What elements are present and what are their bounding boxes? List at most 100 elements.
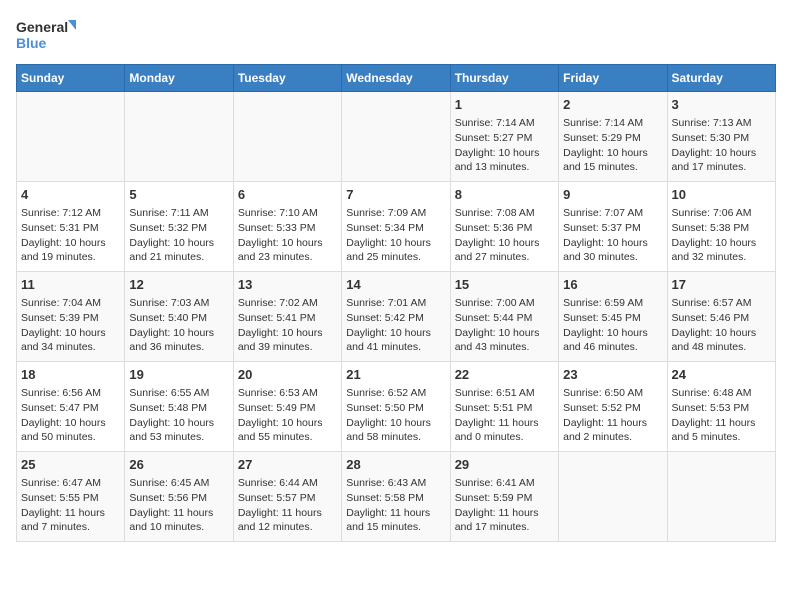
day-info: Sunrise: 7:06 AM Sunset: 5:38 PM Dayligh…: [672, 206, 771, 265]
calendar-week-row: 11 Sunrise: 7:04 AM Sunset: 5:39 PM Dayli…: [17, 272, 776, 362]
calendar-cell: 13 Sunrise: 7:02 AM Sunset: 5:41 PM Dayli…: [233, 272, 341, 362]
calendar-cell: 23 Sunrise: 6:50 AM Sunset: 5:52 PM Dayli…: [559, 362, 667, 452]
day-number: 4: [21, 186, 120, 204]
day-info: Sunrise: 6:51 AM Sunset: 5:51 PM Dayligh…: [455, 386, 554, 445]
calendar-cell: 29 Sunrise: 6:41 AM Sunset: 5:59 PM Dayli…: [450, 452, 558, 542]
calendar-cell: 17 Sunrise: 6:57 AM Sunset: 5:46 PM Dayli…: [667, 272, 775, 362]
calendar-cell: 26 Sunrise: 6:45 AM Sunset: 5:56 PM Dayli…: [125, 452, 233, 542]
calendar-cell: 4 Sunrise: 7:12 AM Sunset: 5:31 PM Daylig…: [17, 182, 125, 272]
day-number: 25: [21, 456, 120, 474]
day-info: Sunrise: 6:53 AM Sunset: 5:49 PM Dayligh…: [238, 386, 337, 445]
day-info: Sunrise: 7:13 AM Sunset: 5:30 PM Dayligh…: [672, 116, 771, 175]
logo-svg: General Blue: [16, 16, 76, 56]
day-info: Sunrise: 6:52 AM Sunset: 5:50 PM Dayligh…: [346, 386, 445, 445]
calendar-cell: 18 Sunrise: 6:56 AM Sunset: 5:47 PM Dayli…: [17, 362, 125, 452]
day-info: Sunrise: 6:55 AM Sunset: 5:48 PM Dayligh…: [129, 386, 228, 445]
calendar-cell: 19Sunrise: 6:55 AM Sunset: 5:48 PM Dayli…: [125, 362, 233, 452]
day-number: 8: [455, 186, 554, 204]
calendar-cell: [342, 92, 450, 182]
weekday-header: Friday: [559, 65, 667, 92]
day-number: 9: [563, 186, 662, 204]
calendar-table: SundayMondayTuesdayWednesdayThursdayFrid…: [16, 64, 776, 542]
calendar-cell: 9 Sunrise: 7:07 AM Sunset: 5:37 PM Daylig…: [559, 182, 667, 272]
logo: General Blue: [16, 16, 76, 56]
calendar-cell: [17, 92, 125, 182]
weekday-header: Thursday: [450, 65, 558, 92]
calendar-cell: [667, 452, 775, 542]
day-number: 24: [672, 366, 771, 384]
day-number: 10: [672, 186, 771, 204]
day-info: Sunrise: 7:00 AM Sunset: 5:44 PM Dayligh…: [455, 296, 554, 355]
day-info: Sunrise: 7:14 AM Sunset: 5:27 PM Dayligh…: [455, 116, 554, 175]
day-number: 29: [455, 456, 554, 474]
calendar-cell: 28 Sunrise: 6:43 AM Sunset: 5:58 PM Dayli…: [342, 452, 450, 542]
day-number: 1: [455, 96, 554, 114]
day-number: 6: [238, 186, 337, 204]
calendar-cell: 3 Sunrise: 7:13 AM Sunset: 5:30 PM Daylig…: [667, 92, 775, 182]
day-number: 3: [672, 96, 771, 114]
day-info: Sunrise: 7:11 AM Sunset: 5:32 PM Dayligh…: [129, 206, 228, 265]
day-number: 13: [238, 276, 337, 294]
day-info: Sunrise: 6:43 AM Sunset: 5:58 PM Dayligh…: [346, 476, 445, 535]
calendar-cell: 2 Sunrise: 7:14 AM Sunset: 5:29 PM Daylig…: [559, 92, 667, 182]
calendar-cell: 24 Sunrise: 6:48 AM Sunset: 5:53 PM Dayli…: [667, 362, 775, 452]
day-number: 16: [563, 276, 662, 294]
calendar-cell: 8 Sunrise: 7:08 AM Sunset: 5:36 PM Daylig…: [450, 182, 558, 272]
weekday-header: Wednesday: [342, 65, 450, 92]
day-info: Sunrise: 7:14 AM Sunset: 5:29 PM Dayligh…: [563, 116, 662, 175]
day-number: 28: [346, 456, 445, 474]
day-number: 12: [129, 276, 228, 294]
calendar-cell: 6 Sunrise: 7:10 AM Sunset: 5:33 PM Daylig…: [233, 182, 341, 272]
calendar-cell: 20 Sunrise: 6:53 AM Sunset: 5:49 PM Dayli…: [233, 362, 341, 452]
calendar-week-row: 1 Sunrise: 7:14 AM Sunset: 5:27 PM Daylig…: [17, 92, 776, 182]
calendar-cell: 25Sunrise: 6:47 AM Sunset: 5:55 PM Dayli…: [17, 452, 125, 542]
day-info: Sunrise: 6:50 AM Sunset: 5:52 PM Dayligh…: [563, 386, 662, 445]
day-number: 18: [21, 366, 120, 384]
day-info: Sunrise: 7:08 AM Sunset: 5:36 PM Dayligh…: [455, 206, 554, 265]
day-number: 7: [346, 186, 445, 204]
day-info: Sunrise: 7:12 AM Sunset: 5:31 PM Dayligh…: [21, 206, 120, 265]
calendar-cell: 21 Sunrise: 6:52 AM Sunset: 5:50 PM Dayli…: [342, 362, 450, 452]
day-number: 23: [563, 366, 662, 384]
calendar-cell: [559, 452, 667, 542]
day-info: Sunrise: 7:02 AM Sunset: 5:41 PM Dayligh…: [238, 296, 337, 355]
calendar-cell: 27Sunrise: 6:44 AM Sunset: 5:57 PM Dayli…: [233, 452, 341, 542]
calendar-header-row: SundayMondayTuesdayWednesdayThursdayFrid…: [17, 65, 776, 92]
day-number: 15: [455, 276, 554, 294]
day-number: 11: [21, 276, 120, 294]
day-info: Sunrise: 6:56 AM Sunset: 5:47 PM Dayligh…: [21, 386, 120, 445]
svg-text:Blue: Blue: [16, 35, 47, 51]
day-info: Sunrise: 7:10 AM Sunset: 5:33 PM Dayligh…: [238, 206, 337, 265]
calendar-cell: 15 Sunrise: 7:00 AM Sunset: 5:44 PM Dayli…: [450, 272, 558, 362]
calendar-cell: 22Sunrise: 6:51 AM Sunset: 5:51 PM Dayli…: [450, 362, 558, 452]
day-number: 27: [238, 456, 337, 474]
calendar-cell: 5 Sunrise: 7:11 AM Sunset: 5:32 PM Daylig…: [125, 182, 233, 272]
day-number: 17: [672, 276, 771, 294]
day-number: 21: [346, 366, 445, 384]
day-info: Sunrise: 6:48 AM Sunset: 5:53 PM Dayligh…: [672, 386, 771, 445]
calendar-cell: [233, 92, 341, 182]
calendar-week-row: 18 Sunrise: 6:56 AM Sunset: 5:47 PM Dayli…: [17, 362, 776, 452]
day-info: Sunrise: 7:03 AM Sunset: 5:40 PM Dayligh…: [129, 296, 228, 355]
day-number: 2: [563, 96, 662, 114]
day-info: Sunrise: 7:09 AM Sunset: 5:34 PM Dayligh…: [346, 206, 445, 265]
calendar-cell: 16Sunrise: 6:59 AM Sunset: 5:45 PM Dayli…: [559, 272, 667, 362]
day-info: Sunrise: 7:07 AM Sunset: 5:37 PM Dayligh…: [563, 206, 662, 265]
weekday-header: Tuesday: [233, 65, 341, 92]
day-number: 5: [129, 186, 228, 204]
day-info: Sunrise: 7:04 AM Sunset: 5:39 PM Dayligh…: [21, 296, 120, 355]
weekday-header: Monday: [125, 65, 233, 92]
calendar-week-row: 4 Sunrise: 7:12 AM Sunset: 5:31 PM Daylig…: [17, 182, 776, 272]
calendar-week-row: 25Sunrise: 6:47 AM Sunset: 5:55 PM Dayli…: [17, 452, 776, 542]
day-info: Sunrise: 6:57 AM Sunset: 5:46 PM Dayligh…: [672, 296, 771, 355]
day-info: Sunrise: 6:45 AM Sunset: 5:56 PM Dayligh…: [129, 476, 228, 535]
calendar-cell: 12 Sunrise: 7:03 AM Sunset: 5:40 PM Dayli…: [125, 272, 233, 362]
weekday-header: Saturday: [667, 65, 775, 92]
calendar-cell: 10 Sunrise: 7:06 AM Sunset: 5:38 PM Dayli…: [667, 182, 775, 272]
day-info: Sunrise: 6:41 AM Sunset: 5:59 PM Dayligh…: [455, 476, 554, 535]
svg-text:General: General: [16, 19, 68, 35]
calendar-cell: 7 Sunrise: 7:09 AM Sunset: 5:34 PM Daylig…: [342, 182, 450, 272]
day-number: 14: [346, 276, 445, 294]
day-number: 20: [238, 366, 337, 384]
day-number: 26: [129, 456, 228, 474]
